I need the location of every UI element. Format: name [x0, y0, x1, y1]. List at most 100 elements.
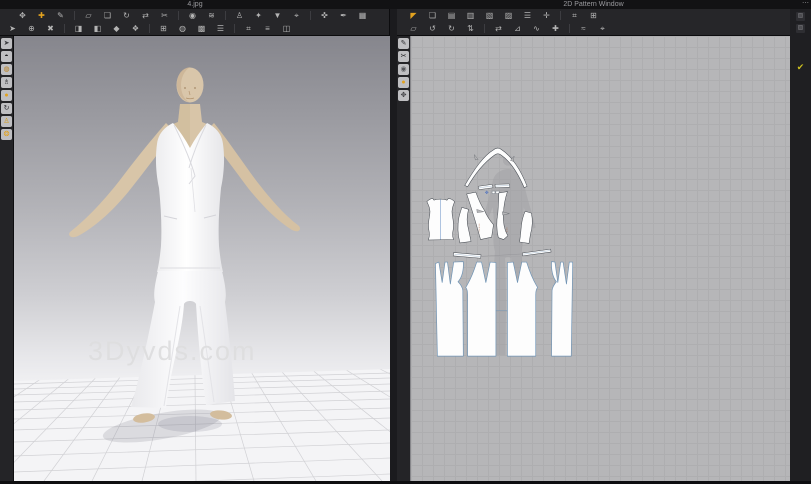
sewing-tool-icon[interactable]: ✜: [318, 10, 331, 22]
show-avatar-icon[interactable]: ◓: [1, 51, 12, 62]
toolbar-separator: [310, 11, 311, 20]
clone-pattern-tool-icon[interactable]: ▨: [502, 10, 515, 22]
dart-tool-icon[interactable]: ◆: [110, 23, 123, 35]
pattern-piece-pants-front-left[interactable]: [466, 262, 496, 356]
texture-tool-icon[interactable]: ▩: [195, 23, 208, 35]
iron-tool-icon[interactable]: ⊿: [511, 23, 524, 35]
wind-tool-icon[interactable]: ≋: [205, 10, 218, 22]
show-garment-icon[interactable]: ◍: [1, 64, 12, 75]
cut-pattern-2d-icon[interactable]: ✂: [398, 51, 409, 62]
garment-tool-icon[interactable]: ▼: [271, 10, 284, 22]
sewing-edit-tool-icon[interactable]: ❖: [129, 23, 142, 35]
right-window-title: 2D Pattern Window: [397, 0, 790, 9]
pattern-piece-bodice-back[interactable]: [427, 198, 455, 240]
dock-pane-a-icon[interactable]: ▧: [796, 12, 805, 21]
pattern-piece-waistband-left[interactable]: [453, 253, 481, 259]
zoom-tool-icon[interactable]: ⊕: [25, 23, 38, 35]
pattern-piece-pants-back-right[interactable]: [551, 262, 572, 357]
confirm-check-icon[interactable]: ✔: [795, 61, 807, 73]
unfold-tool-icon[interactable]: ◨: [72, 23, 85, 35]
pleats-tool-icon[interactable]: ☰: [521, 10, 534, 22]
segment-sew-tool-icon[interactable]: ✚: [549, 23, 562, 35]
seamline-tool-icon[interactable]: ≈: [577, 23, 590, 35]
align-tool-icon[interactable]: ≡: [261, 23, 274, 35]
panel-divider[interactable]: [390, 9, 397, 484]
mirror-tool-icon[interactable]: ◧: [91, 23, 104, 35]
toolbar-separator: [74, 11, 75, 20]
scissors-tool-icon[interactable]: ✂: [158, 10, 171, 22]
transform-pattern-tool-icon[interactable]: ◤: [407, 10, 420, 22]
avatar-tool-icon[interactable]: ♙: [233, 10, 246, 22]
snap-tool-icon[interactable]: ⌗: [242, 23, 255, 35]
drape-tool-icon[interactable]: ◉: [186, 10, 199, 22]
toolbar-3d-row2: ➤ ⊕ ✖ ◨ ◧ ◆ ❖ ⊞ ◍ ▩ ☰ ⌗ ≡ ◫: [0, 22, 389, 35]
half-view-tool-icon[interactable]: ◫: [280, 23, 293, 35]
tack-tool-icon[interactable]: ✛: [540, 10, 553, 22]
edit-pattern-tool-icon[interactable]: ❏: [426, 10, 439, 22]
delete-tool-icon[interactable]: ✖: [44, 23, 57, 35]
toolbar-separator: [484, 24, 485, 33]
move-point-tool-icon[interactable]: ❏: [101, 10, 114, 22]
fold-pattern-tool-icon[interactable]: ▱: [407, 23, 420, 35]
flip-tool-icon[interactable]: ⇄: [139, 10, 152, 22]
swap-tool-icon[interactable]: ⇅: [464, 23, 477, 35]
avatar-3d[interactable]: [69, 67, 300, 424]
sphere-view-tool-icon[interactable]: ◍: [176, 23, 189, 35]
measure-tool-icon[interactable]: ⌖: [290, 10, 303, 22]
mirror-pattern-tool-icon[interactable]: ⇄: [492, 23, 505, 35]
show-pins-icon[interactable]: ❂: [1, 129, 12, 140]
pattern-piece-strip-right[interactable]: [495, 184, 510, 188]
simulate-icon[interactable]: ➤: [1, 38, 12, 49]
canvas-2d[interactable]: ✥: [411, 36, 790, 481]
add-point-tool-icon[interactable]: ⊞: [157, 23, 170, 35]
toolbar-separator: [178, 11, 179, 20]
toolbar-2d: ◤ ❏ ▤ ▥ ▧ ▨ ☰ ✛ ⌗ ⊞ ▱ ↺ ↻ ⇅ ⇄ ⊿ ∿ ✚ ≈ ⌖: [397, 9, 790, 36]
measure-2d-tool-icon[interactable]: ⌖: [596, 23, 609, 35]
pattern-piece-strip-left[interactable]: [478, 184, 493, 189]
add-pattern-tool-icon[interactable]: ▤: [445, 10, 458, 22]
pin-2d-icon[interactable]: ●: [398, 77, 409, 88]
show-seams-icon[interactable]: ♗: [1, 77, 12, 88]
reset-camera-icon[interactable]: ↻: [1, 103, 12, 114]
grid-snap-tool-icon[interactable]: ⌗: [568, 10, 581, 22]
toolbar-separator: [569, 24, 570, 33]
grid-tool-icon[interactable]: ▦: [356, 10, 369, 22]
viewport-3d[interactable]: 3Dyvds.com: [14, 36, 390, 481]
right-dock-strip: ▧ ▨ ✔: [790, 9, 811, 484]
rotate-ccw-tool-icon[interactable]: ↺: [426, 23, 439, 35]
titlebar: 4.jpg 2D Pattern Window ⋯: [0, 0, 811, 9]
pattern-piece-pants-back-left[interactable]: [435, 262, 463, 357]
fold-arrangement-tool-icon[interactable]: ▱: [82, 10, 95, 22]
select-tool-icon[interactable]: ➤: [6, 23, 19, 35]
pattern-piece-waistband-right[interactable]: [522, 249, 551, 256]
dock-pane-b-icon[interactable]: ▨: [796, 24, 805, 33]
image-trace-tool-icon[interactable]: ▧: [483, 10, 496, 22]
texture-2d-icon[interactable]: ◉: [398, 64, 409, 75]
add-pin-tool-icon[interactable]: ✚: [35, 10, 48, 22]
grading-tool-icon[interactable]: ⊞: [587, 10, 600, 22]
toolbar-2d-row1: ◤ ❏ ▤ ▥ ▧ ▨ ☰ ✛ ⌗ ⊞: [397, 9, 790, 22]
toolbar-separator: [64, 24, 65, 33]
show-texture-icon[interactable]: ●: [1, 90, 12, 101]
pan-2d-icon[interactable]: ✥: [398, 90, 409, 101]
free-sew-tool-icon[interactable]: ∿: [530, 23, 543, 35]
toolbar-separator: [149, 24, 150, 33]
watermark: 3Dyvds.com: [88, 336, 257, 367]
titlebar-menu-icon[interactable]: ⋯: [802, 0, 809, 9]
rail-2d: ✎ ✂ ◉ ● ✥: [397, 36, 411, 481]
toolbar-separator: [560, 11, 561, 20]
copy-pattern-tool-icon[interactable]: ▥: [464, 10, 477, 22]
pattern-piece-pants-front-right[interactable]: [507, 262, 537, 356]
show-pose-icon[interactable]: ♙: [1, 116, 12, 127]
brush-tool-icon[interactable]: ✎: [54, 10, 67, 22]
pattern-piece-side-left[interactable]: [458, 207, 471, 243]
move-gizmo-icon[interactable]: ✥: [485, 190, 489, 195]
pen-tool-icon[interactable]: ✒: [337, 10, 350, 22]
edit-pattern-2d-icon[interactable]: ✎: [398, 38, 409, 49]
app-window: 4.jpg 2D Pattern Window ⋯ ✥ ✚ ✎ ▱ ❏ ↻ ⇄ ✂ ◉ ≋ ♙ ✦ ▼ ⌖…: [0, 0, 811, 484]
pan-tool-icon[interactable]: ✥: [16, 10, 29, 22]
rotate-cw-tool-icon[interactable]: ↻: [445, 23, 458, 35]
layers-tool-icon[interactable]: ☰: [214, 23, 227, 35]
pose-tool-icon[interactable]: ✦: [252, 10, 265, 22]
rotate-tool-icon[interactable]: ↻: [120, 10, 133, 22]
